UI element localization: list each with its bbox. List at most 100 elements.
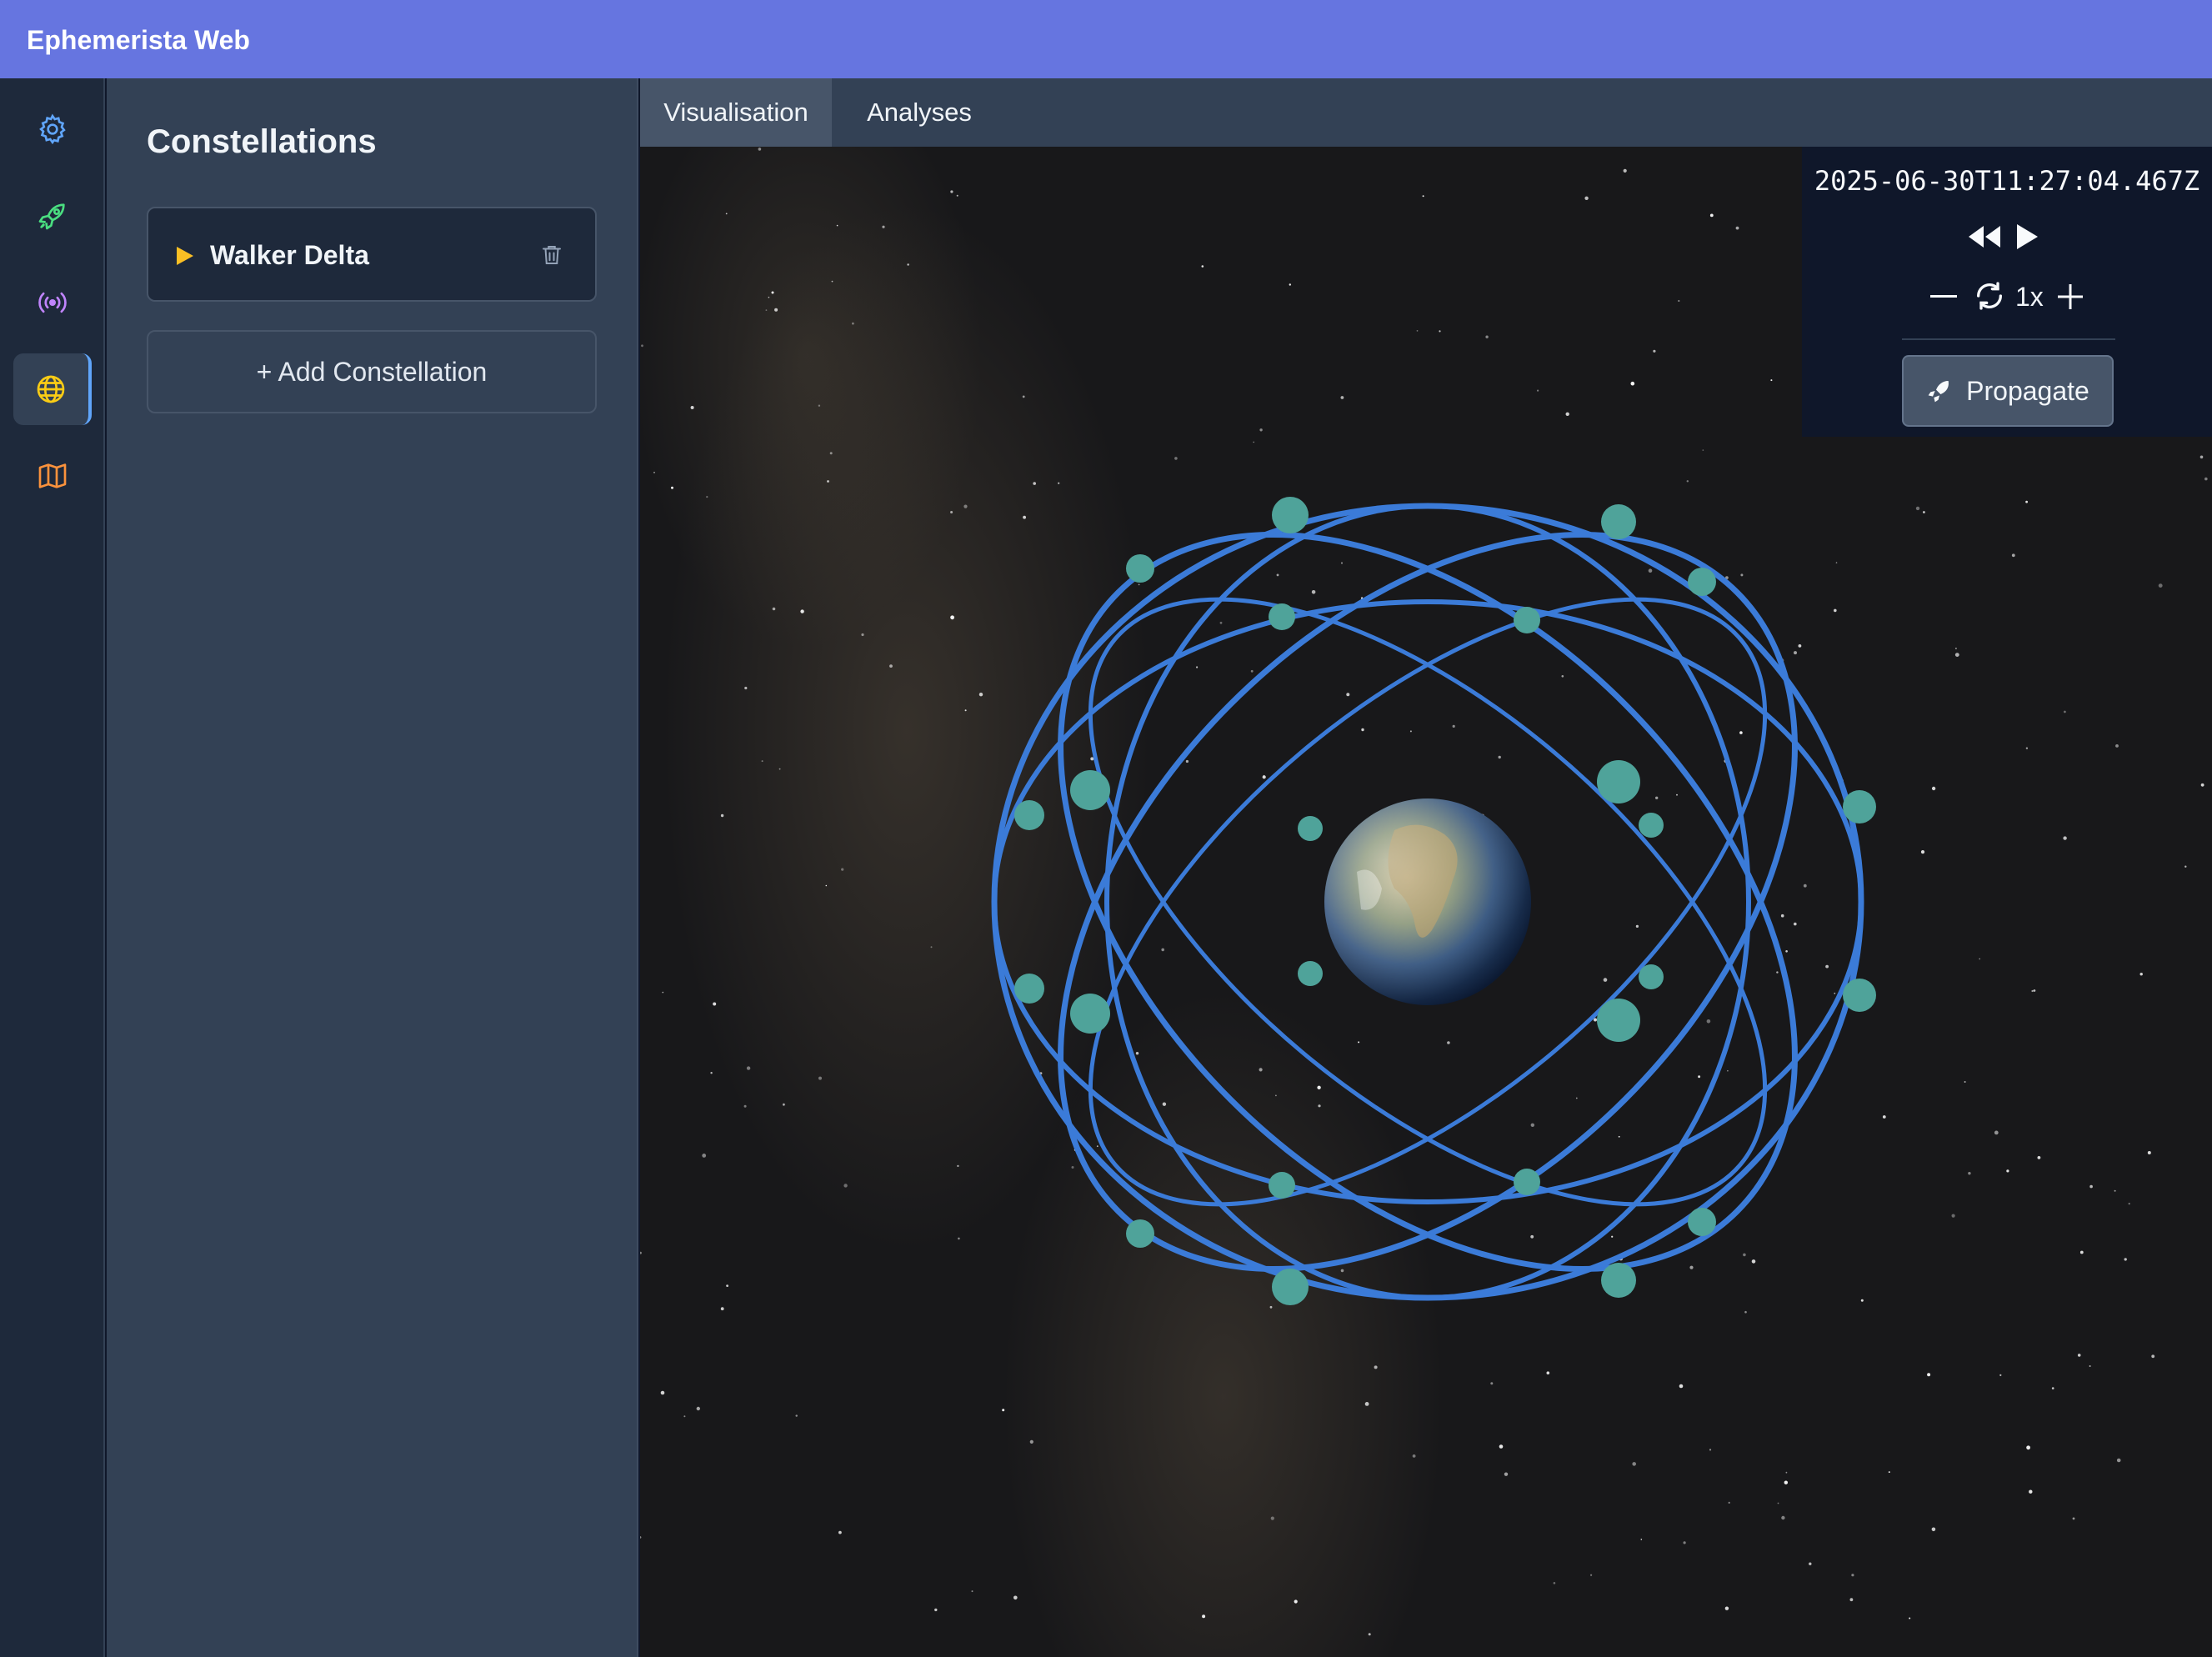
satellite-marker[interactable]: [1298, 961, 1323, 986]
satellite-marker[interactable]: [1269, 1172, 1295, 1199]
star: [1553, 1582, 1556, 1584]
star: [2031, 989, 2034, 993]
star: [720, 813, 724, 818]
star: [1678, 299, 1680, 303]
propagate-button[interactable]: Propagate: [1902, 355, 2114, 427]
star: [1294, 1599, 1298, 1604]
satellite-marker[interactable]: [1126, 554, 1154, 583]
star: [1033, 482, 1036, 485]
star: [1849, 1598, 1854, 1602]
star: [889, 664, 893, 668]
star: [720, 1307, 724, 1311]
satellite-marker[interactable]: [1843, 979, 1876, 1012]
satellite-marker[interactable]: [1070, 770, 1110, 810]
satellite-marker[interactable]: [1514, 1169, 1540, 1195]
star: [1364, 1402, 1369, 1406]
satellite-marker[interactable]: [1014, 800, 1044, 830]
star: [971, 1590, 973, 1593]
satellite-marker[interactable]: [1601, 504, 1636, 539]
star: [956, 194, 958, 197]
star: [2072, 1517, 2075, 1520]
app-title: Ephemerista Web: [27, 25, 250, 55]
map-icon: [38, 463, 67, 488]
star: [1561, 675, 1564, 678]
rewind-button[interactable]: [1964, 218, 2004, 255]
star: [706, 496, 708, 498]
star: [1623, 168, 1627, 173]
play-button[interactable]: [2010, 218, 2044, 255]
satellite-marker[interactable]: [1639, 813, 1664, 838]
satellite-marker[interactable]: [1126, 1219, 1154, 1248]
star: [1979, 958, 1980, 960]
satellite-marker[interactable]: [1601, 1263, 1636, 1298]
star: [1270, 1516, 1274, 1520]
tab-visualisation[interactable]: Visualisation: [640, 78, 832, 147]
app-header: Ephemerista Web: [0, 0, 2212, 78]
star: [1655, 796, 1659, 799]
faster-button[interactable]: [2054, 280, 2087, 313]
star: [726, 1284, 728, 1287]
star: [2064, 710, 2066, 713]
star: [882, 225, 885, 228]
star: [2139, 973, 2143, 976]
satellite-marker[interactable]: [1272, 1269, 1309, 1305]
constellations-nav-button[interactable]: [13, 353, 92, 425]
star: [1029, 1439, 1033, 1444]
triangle-right-icon[interactable]: [177, 247, 193, 265]
star: [1546, 1371, 1550, 1374]
star: [1409, 730, 1412, 733]
controls-divider: [1902, 338, 2115, 340]
star: [795, 1414, 798, 1417]
star: [2128, 1203, 2130, 1205]
star: [1676, 793, 1678, 796]
star: [1368, 1633, 1371, 1636]
satellite-marker[interactable]: [1597, 999, 1640, 1042]
star: [1317, 1085, 1321, 1090]
satellite-marker[interactable]: [1269, 603, 1295, 630]
propagate-label: Propagate: [1966, 375, 2089, 406]
satellite-marker[interactable]: [1272, 497, 1309, 533]
star: [1276, 573, 1279, 577]
ground-stations-nav-button[interactable]: [13, 267, 92, 338]
star: [1689, 1265, 1694, 1269]
star: [1341, 562, 1343, 564]
satellite-marker[interactable]: [1014, 974, 1044, 1004]
star: [2025, 747, 2029, 749]
star: [1071, 1166, 1074, 1169]
star: [1686, 480, 1689, 483]
star: [1648, 568, 1653, 573]
constellation-item[interactable]: Walker Delta: [147, 207, 597, 302]
add-constellation-button[interactable]: + Add Constellation: [147, 330, 597, 413]
maps-nav-button[interactable]: [13, 440, 92, 512]
slower-button[interactable]: [1927, 280, 1960, 313]
plus-icon: [2058, 284, 2083, 309]
star: [1185, 759, 1189, 763]
satellite-marker[interactable]: [1688, 1208, 1716, 1236]
star: [1374, 1365, 1378, 1369]
settings-nav-button[interactable]: [13, 93, 92, 165]
star: [1954, 653, 1959, 657]
satellite-marker[interactable]: [1597, 760, 1640, 803]
star: [2063, 836, 2067, 840]
star: [772, 607, 776, 611]
satellite-marker[interactable]: [1070, 994, 1110, 1034]
star: [1590, 1574, 1593, 1576]
star: [1915, 506, 1920, 511]
star: [1994, 1130, 1999, 1135]
satellite-marker[interactable]: [1843, 790, 1876, 823]
satellite-marker[interactable]: [1514, 607, 1540, 633]
satellite-marker[interactable]: [1639, 964, 1664, 989]
spacecraft-nav-button[interactable]: [13, 180, 92, 252]
star: [1416, 330, 1419, 332]
star: [774, 308, 778, 312]
tab-analyses[interactable]: Analyses: [833, 78, 1005, 147]
satellite-marker[interactable]: [1688, 568, 1716, 596]
star: [950, 511, 953, 513]
star: [1530, 1123, 1535, 1128]
star: [1537, 389, 1539, 392]
satellite-marker[interactable]: [1298, 816, 1323, 841]
reset-speed-button[interactable]: [1970, 277, 2009, 315]
star: [1999, 1374, 2002, 1376]
star: [725, 213, 728, 215]
trash-icon[interactable]: [535, 238, 568, 272]
